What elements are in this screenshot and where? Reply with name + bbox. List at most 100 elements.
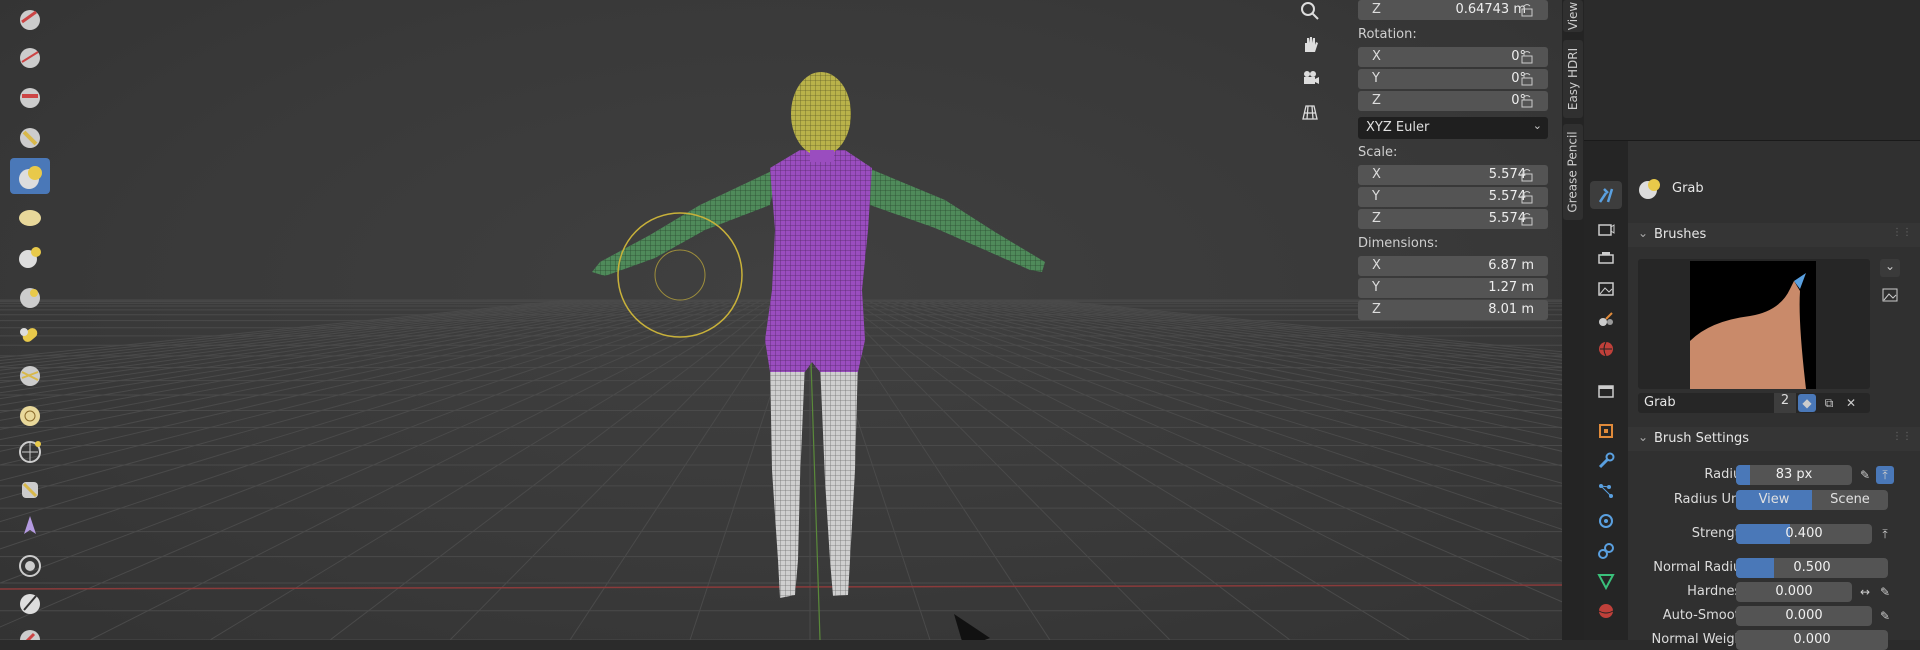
tab-easy-hdri[interactable]: Easy HDRI [1563, 40, 1583, 118]
tab-scene[interactable] [1590, 305, 1622, 333]
thumb-tool[interactable] [10, 238, 50, 274]
lock-icon[interactable] [1520, 94, 1534, 108]
tab-view[interactable]: View [1563, 0, 1583, 32]
thumb-icon [19, 247, 41, 268]
normal-radius-slider[interactable]: 0.500 [1736, 558, 1888, 578]
camera-view-gizmo[interactable] [1294, 62, 1326, 94]
strength-slider[interactable]: 0.400 [1736, 524, 1872, 544]
tab-output[interactable] [1590, 245, 1622, 273]
sidebar-tabs: View Easy HDRI Grease Pencil [1562, 0, 1584, 640]
normal-weight-slider[interactable]: 0.000 [1736, 630, 1888, 650]
draw-brush-tool[interactable] [10, 0, 50, 36]
perspective-toggle[interactable] [1294, 96, 1326, 128]
tab-modifiers[interactable] [1590, 447, 1622, 475]
nudge-icon [20, 328, 38, 342]
eyedropper-icon[interactable]: ✎ [1856, 466, 1874, 484]
tab-world[interactable] [1590, 335, 1622, 363]
brush-settings-panel-header[interactable]: ⌄ Brush Settings ⋮⋮ [1628, 427, 1920, 451]
tab-tool[interactable] [1590, 181, 1622, 209]
lock-icon[interactable] [1520, 168, 1534, 182]
eyedropper-icon[interactable]: ✎ [1876, 583, 1894, 601]
snake-hook-tool[interactable] [10, 198, 50, 234]
mask-tool[interactable] [10, 546, 50, 582]
tab-physics[interactable] [1590, 507, 1622, 535]
draw-face-sets-tool[interactable] [10, 584, 50, 620]
boundary-tool[interactable] [10, 432, 50, 468]
tab-render[interactable] [1590, 215, 1622, 243]
invert-arrows-icon[interactable]: ↔ [1856, 583, 1874, 601]
radius-unit-scene-button[interactable]: Scene [1812, 490, 1888, 510]
3d-viewport[interactable]: Z 0.64743 m Rotation: X 0° Y 0° Z 0° XYZ Eul… [0, 0, 1562, 640]
pressure-icon[interactable]: ⤒ [1876, 466, 1894, 484]
camera-object [954, 614, 990, 640]
drag-handle-icon[interactable]: ⋮⋮ [1892, 227, 1912, 238]
brush-thumbnail [1690, 261, 1816, 389]
mask-icon [19, 555, 41, 577]
rotation-label: Rotation: [1358, 27, 1417, 42]
lock-icon[interactable] [1520, 190, 1534, 204]
auto-smooth-slider[interactable]: 0.000 [1736, 606, 1872, 626]
rotation-mode-dropdown[interactable]: XYZ Euler ⌄ [1358, 117, 1548, 139]
tab-collection[interactable] [1590, 377, 1622, 405]
tool-shelf [8, 0, 54, 640]
pose-tool[interactable] [10, 278, 50, 314]
scale-label: Scale: [1358, 145, 1398, 160]
lock-icon[interactable] [1520, 50, 1534, 64]
pan-gizmo[interactable] [1294, 28, 1326, 60]
tab-data[interactable] [1590, 567, 1622, 595]
printer-icon [1598, 252, 1614, 264]
lock-icon[interactable] [1520, 72, 1534, 86]
dimension-z-field[interactable]: Z 8.01 m [1358, 300, 1548, 320]
brush-cursor [617, 212, 743, 338]
simplify-tool[interactable] [10, 508, 50, 544]
tab-constraints[interactable] [1590, 537, 1622, 565]
slide-relax-tool[interactable] [10, 396, 50, 432]
material-icon [1598, 604, 1614, 618]
brush-users-count[interactable]: 2 [1774, 393, 1796, 413]
pressure-icon[interactable]: ⤒ [1876, 525, 1894, 543]
dimension-x-field[interactable]: X 6.87 m [1358, 256, 1548, 276]
world-icon [1599, 341, 1613, 357]
collection-icon [1598, 385, 1614, 398]
tab-object[interactable] [1590, 417, 1622, 445]
tab-material[interactable] [1590, 597, 1622, 625]
tab-particles[interactable] [1590, 477, 1622, 505]
radius-unit-view-button[interactable]: View [1736, 490, 1812, 510]
clay-tool[interactable] [10, 78, 50, 114]
close-icon[interactable]: ✕ [1842, 394, 1860, 412]
draw-brush-icon [20, 10, 40, 30]
draw-sharp-tool[interactable] [10, 38, 50, 74]
scene-icon [1599, 312, 1613, 326]
properties-editor: ⌄ Grab ⌄ Brushes ⋮⋮ [1584, 0, 1920, 650]
brush-preview-frame[interactable] [1638, 259, 1870, 389]
nudge-tool[interactable] [10, 316, 50, 352]
normal-radius-label: Normal Radius [1653, 560, 1748, 575]
dimension-y-field[interactable]: Y 1.27 m [1358, 278, 1548, 298]
hardness-slider[interactable]: 0.000 [1736, 582, 1852, 602]
snake-hook-icon [19, 210, 41, 226]
fake-user-shield-icon[interactable]: ◆ [1798, 394, 1816, 412]
rotate-tool[interactable] [10, 356, 50, 392]
brush-browse-button[interactable]: ⌄ [1880, 259, 1900, 277]
chevron-down-icon: ⌄ [1884, 259, 1896, 273]
lock-icon[interactable] [1520, 212, 1534, 226]
mask-by-color-tool[interactable] [10, 620, 50, 640]
cloth-tool[interactable] [10, 470, 50, 506]
constraints-icon [1598, 543, 1614, 559]
grid-icon [1302, 105, 1318, 120]
duplicate-icon[interactable]: ⧉ [1820, 394, 1838, 412]
grab-tool[interactable] [10, 158, 50, 194]
clay-strips-tool[interactable] [10, 118, 50, 154]
zoom-icon [1301, 2, 1319, 20]
eyedropper-icon[interactable]: ✎ [1876, 607, 1894, 625]
tab-view-layer[interactable] [1590, 275, 1622, 303]
brush-image-button[interactable] [1882, 287, 1900, 305]
draw-sharp-icon [20, 48, 40, 68]
brushes-panel-header[interactable]: ⌄ Brushes ⋮⋮ [1628, 223, 1920, 247]
transform-panel: Z 0.64743 m Rotation: X 0° Y 0° Z 0° XYZ Eul… [1352, 0, 1550, 640]
lock-icon[interactable] [1520, 3, 1534, 17]
radius-slider[interactable]: 83 px [1736, 465, 1852, 485]
drag-handle-icon[interactable]: ⋮⋮ [1892, 431, 1912, 442]
brush-name-field[interactable]: Grab 2 ◆ ⧉ ✕ [1638, 393, 1870, 413]
tab-grease-pencil[interactable]: Grease Pencil [1563, 124, 1583, 220]
